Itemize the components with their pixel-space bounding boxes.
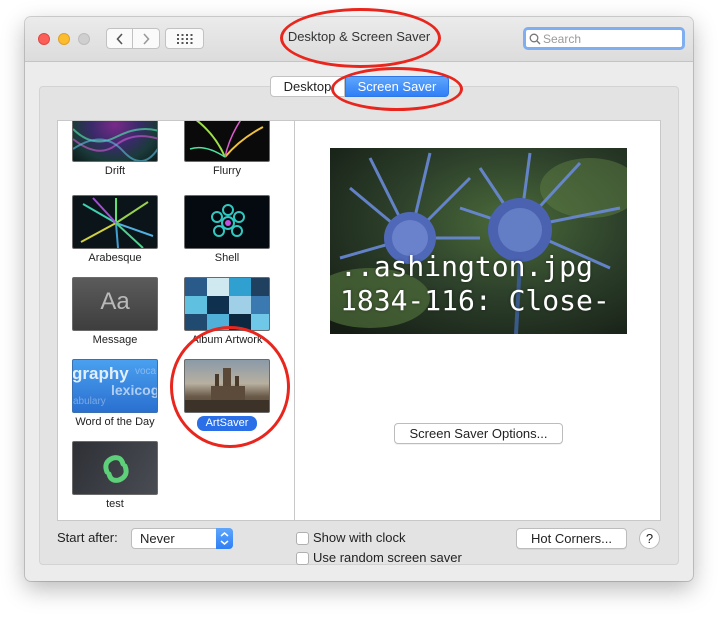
saver-label: Flurry <box>212 165 242 177</box>
show-with-clock-label: Show with clock <box>313 530 406 545</box>
message-thumb-text: Aa <box>100 288 130 315</box>
saver-item-drift[interactable]: Drift <box>60 121 170 177</box>
saver-item-shell[interactable]: Shell <box>172 195 282 264</box>
saver-label: Arabesque <box>88 252 142 264</box>
random-screen-saver-label: Use random screen saver <box>313 550 462 565</box>
flurry-thumbnail <box>184 121 270 162</box>
test-thumbnail <box>72 441 158 495</box>
album-artwork-thumbnail <box>184 277 270 331</box>
preferences-window: Desktop & Screen Saver Desktop Screen Sa… <box>25 17 693 581</box>
updown-chevron-icon <box>216 528 233 549</box>
random-screen-saver-checkbox[interactable] <box>296 552 309 565</box>
search-input[interactable] <box>541 31 673 46</box>
thumb-word-4: voca <box>135 366 157 377</box>
start-after-select[interactable]: Never <box>131 528 233 549</box>
show-with-clock-checkbox[interactable] <box>296 532 309 545</box>
saver-label: Message <box>92 334 138 346</box>
word-of-the-day-thumbnail: voca graphy lexicog abulary <box>72 359 158 413</box>
saver-label: Drift <box>104 165 126 177</box>
artsaver-thumbnail <box>184 359 270 413</box>
thumb-word-1: graphy <box>72 364 129 383</box>
shell-thumbnail <box>184 195 270 249</box>
drift-thumbnail <box>72 121 158 162</box>
start-after-label: Start after: <box>57 530 118 545</box>
saver-item-flurry[interactable]: Flurry <box>172 121 282 177</box>
preview-line-1: ..ashington.jpg <box>340 250 593 283</box>
start-after-value: Never <box>140 531 175 546</box>
saver-label-selected: ArtSaver <box>196 416 258 431</box>
saver-label: Word of the Day <box>75 416 155 428</box>
saver-item-artsaver[interactable]: ArtSaver <box>172 359 282 431</box>
saver-item-message[interactable]: Aa Message <box>60 277 170 346</box>
hot-corners-button[interactable]: Hot Corners... <box>516 528 627 549</box>
search-field[interactable] <box>523 27 685 50</box>
arabesque-thumbnail <box>72 195 158 249</box>
saver-item-word-of-the-day[interactable]: voca graphy lexicog abulary Word of the … <box>60 359 170 428</box>
title-bar: Desktop & Screen Saver <box>25 17 693 62</box>
saver-label: test <box>106 498 124 510</box>
saver-label: Album Artwork <box>191 334 263 346</box>
help-button[interactable]: ? <box>639 528 660 549</box>
screen-saver-preview: ..ashington.jpg 1834-116: Close- <box>330 148 627 334</box>
saver-item-test[interactable]: test <box>60 441 170 510</box>
saver-label: Shell <box>214 252 240 264</box>
screen-saver-options-button[interactable]: Screen Saver Options... <box>394 423 563 444</box>
tab-desktop[interactable]: Desktop <box>270 76 345 97</box>
tab-screen-saver[interactable]: Screen Saver <box>345 76 449 97</box>
preview-line-2: 1834-116: Close- <box>340 284 610 317</box>
saver-item-arabesque[interactable]: Arabesque <box>60 195 170 264</box>
saver-item-album-artwork[interactable]: Album Artwork <box>172 277 282 346</box>
message-thumbnail: Aa <box>72 277 158 331</box>
screen-saver-list[interactable]: Drift Flurry Arabesque Shell Aa Message … <box>57 120 295 521</box>
thumb-word-2: lexicog <box>111 382 158 398</box>
tab-control: Desktop Screen Saver <box>270 76 449 97</box>
search-icon <box>529 33 541 44</box>
thumb-word-3: abulary <box>73 396 106 407</box>
